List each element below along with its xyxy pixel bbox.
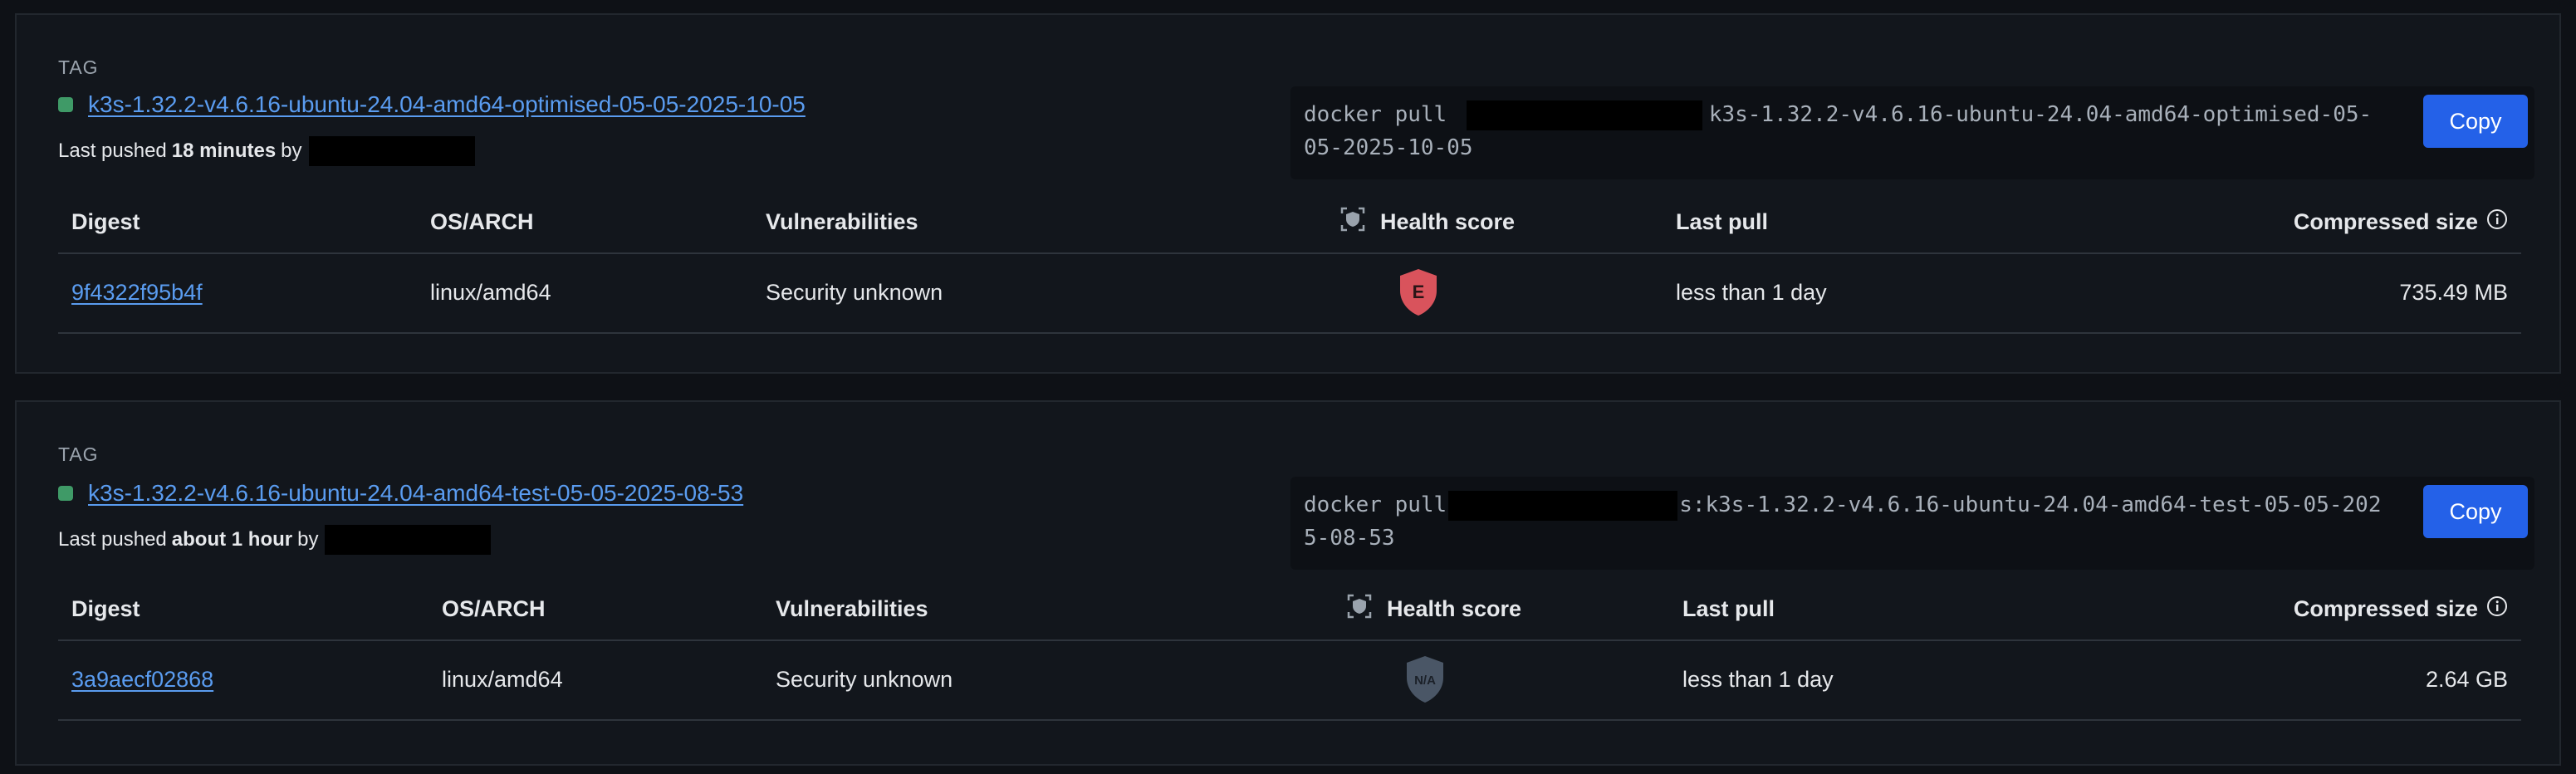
copy-button[interactable]: Copy [2423,485,2528,538]
tag-name-row: k3s-1.32.2-v4.6.16-ubuntu-24.04-amd64-op… [58,91,806,118]
health-score-icon [1345,592,1374,626]
redacted-user [308,136,475,166]
column-digest: Digest [71,208,140,234]
docker-pull-command: docker pull s:k3s-1.32.2-v4.6.16-ubuntu-2… [1304,488,2383,555]
column-compressed-size: Compressed size [2294,578,2508,639]
shield-badge-icon: N/A [1407,656,1443,703]
column-os-arch: OS/ARCH [442,595,546,621]
last-pushed-prefix: Last pushed [58,528,167,551]
column-health-score-label: Health score [1387,595,1522,621]
tag-status-dot [58,97,73,112]
health-score-badge: N/A [1402,639,1448,719]
tag-card: TAG k3s-1.32.2-v4.6.16-ubuntu-24.04-amd6… [15,13,2561,374]
pull-command-prefix: docker pull [1304,102,1447,127]
column-health-score-label: Health score [1380,208,1516,234]
redacted-repository [1466,100,1702,130]
os-arch-value: linux/amd64 [430,279,551,305]
docker-pull-command-box: docker pull k3s-1.32.2-v4.6.16-ubuntu-24… [1290,86,2534,179]
pull-command-tag: k3s-1.32.2-v4.6.16-ubuntu-24.04-amd64-op… [1304,102,2373,160]
digest-link[interactable]: 9f4322f95b4f [71,280,203,306]
column-compressed-size: Compressed size [2294,191,2508,252]
last-pull-value: less than 1 day [1676,279,1827,305]
last-pushed-time: about 1 hour [171,528,293,551]
health-badge-letter: N/A [1414,674,1436,688]
column-health-score: Health score [1339,191,1515,252]
tag-name-row: k3s-1.32.2-v4.6.16-ubuntu-24.04-amd64-te… [58,480,743,507]
redacted-user [325,525,492,555]
info-icon[interactable] [2486,595,2508,623]
table-row: 9f4322f95b4f linux/amd64 Security unknow… [58,252,2521,334]
health-badge-letter: E [1413,282,1425,302]
last-pull-value: less than 1 day [1682,666,1834,692]
os-arch-value: linux/amd64 [442,666,563,692]
vulnerabilities-value: Security unknown [776,666,953,692]
column-os-arch: OS/ARCH [430,208,534,234]
table-row: 3a9aecf02868 linux/amd64 Security unknow… [58,639,2521,721]
last-pushed-prefix: Last pushed [58,140,167,162]
health-score-badge: E [1395,252,1442,332]
pull-command-prefix: docker pull [1304,492,1447,517]
last-pushed-info: Last pushed 18 minutes by [58,136,475,166]
last-pushed-by: by [281,140,302,162]
table-header: Digest OS/ARCH Vulnerabilities Health sc… [58,578,2521,641]
compressed-size-value: 2.64 GB [2425,666,2508,692]
tag-section-label: TAG [58,56,99,78]
column-compressed-size-label: Compressed size [2293,595,2478,621]
column-vulnerabilities: Vulnerabilities [776,595,928,621]
docker-pull-command: docker pull k3s-1.32.2-v4.6.16-ubuntu-24… [1304,98,2383,164]
last-pushed-time: 18 minutes [171,140,277,162]
digest-link[interactable]: 3a9aecf02868 [71,667,213,693]
column-compressed-size-label: Compressed size [2293,208,2478,234]
tag-name-link[interactable]: k3s-1.32.2-v4.6.16-ubuntu-24.04-amd64-op… [88,91,806,118]
info-icon[interactable] [2486,208,2508,236]
column-last-pull: Last pull [1676,208,1769,234]
tag-status-dot [58,486,73,501]
last-pushed-by: by [297,528,319,551]
table-header: Digest OS/ARCH Vulnerabilities Health sc… [58,191,2521,254]
compressed-size-value: 735.49 MB [2399,279,2508,305]
tag-section-label: TAG [58,443,99,465]
column-health-score: Health score [1345,578,1521,639]
tag-name-link[interactable]: k3s-1.32.2-v4.6.16-ubuntu-24.04-amd64-te… [88,480,743,507]
docker-pull-command-box: docker pull s:k3s-1.32.2-v4.6.16-ubuntu-2… [1290,477,2534,570]
column-vulnerabilities: Vulnerabilities [766,208,918,234]
last-pushed-info: Last pushed about 1 hour by [58,525,492,555]
tag-card: TAG k3s-1.32.2-v4.6.16-ubuntu-24.04-amd6… [15,400,2561,766]
vulnerabilities-value: Security unknown [766,279,943,305]
column-digest: Digest [71,595,140,621]
column-last-pull: Last pull [1682,595,1775,621]
copy-button[interactable]: Copy [2423,95,2528,148]
health-score-icon [1339,205,1367,239]
redacted-repository [1448,490,1678,521]
shield-badge-icon: E [1400,269,1437,316]
